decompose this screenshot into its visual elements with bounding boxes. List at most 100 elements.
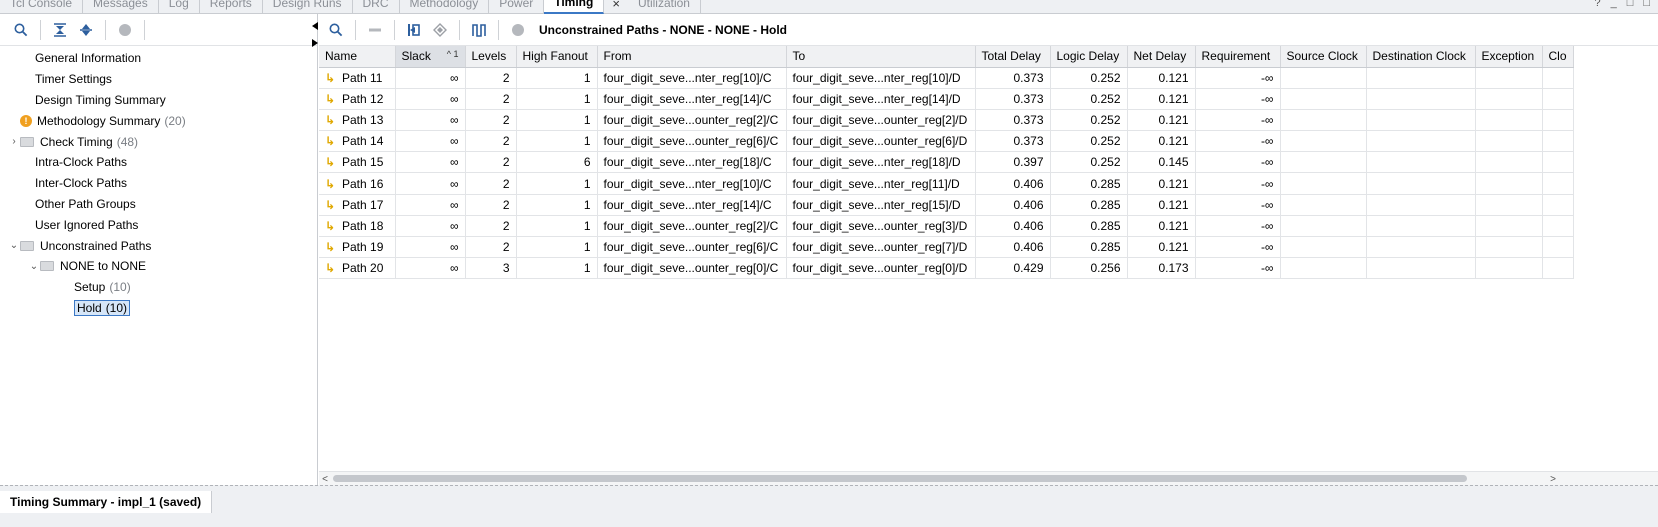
table-cell <box>1475 88 1543 110</box>
tree-item[interactable]: ⌄ Unconstrained Paths <box>0 235 317 256</box>
table-cell: -∞ <box>1195 215 1281 238</box>
table-cell: four_digit_seve...ounter_reg[6]/C <box>597 236 787 259</box>
window-control[interactable]: ? <box>1594 0 1600 9</box>
collapse-all-icon[interactable] <box>47 17 73 43</box>
table-cell: 1 <box>516 194 598 216</box>
tab-messages[interactable]: Messages <box>83 0 159 14</box>
tree-item-text: Unconstrained Paths <box>40 239 151 253</box>
table-row[interactable]: ↳ Path 16 ∞ 2 1 four_digit_seve...nter_reg[10… <box>319 172 1574 195</box>
tab-power[interactable]: Power <box>489 0 545 14</box>
column-header[interactable]: Logic Delay <box>1050 46 1128 68</box>
tree-item[interactable]: Hold (10) <box>0 298 317 319</box>
search-icon[interactable] <box>323 17 349 43</box>
column-header[interactable]: Total Delay <box>975 46 1051 68</box>
tab-methodology[interactable]: Methodology <box>400 0 490 14</box>
window-control[interactable]: □ <box>1643 0 1650 9</box>
table-cell: 0.285 <box>1050 236 1128 259</box>
minus-icon[interactable] <box>362 17 388 43</box>
table-row[interactable]: ↳ Path 18 ∞ 2 1 four_digit_seve...ounter_reg[… <box>319 215 1574 238</box>
scrollbar-thumb[interactable] <box>333 475 1467 482</box>
chevron-down-icon[interactable]: ⌄ <box>8 240 20 251</box>
table-cell: 0.406 <box>975 215 1051 238</box>
column-header[interactable]: Exception <box>1475 46 1543 68</box>
column-header[interactable]: Slack ^ 1 <box>395 46 466 68</box>
path-name: Path 20 <box>342 261 384 276</box>
table-cell <box>1542 236 1574 259</box>
table-cell <box>1280 67 1367 89</box>
table-cell: ↳ Path 13 <box>319 109 396 132</box>
column-header[interactable]: Name <box>319 46 396 68</box>
scroll-left-icon[interactable]: < <box>319 472 331 486</box>
column-header[interactable]: From <box>597 46 787 68</box>
column-header[interactable]: Requirement <box>1195 46 1281 68</box>
table-row[interactable]: ↳ Path 17 ∞ 2 1 four_digit_seve...nter_reg[14… <box>319 194 1574 216</box>
schematic-icon[interactable] <box>401 17 427 43</box>
column-header[interactable]: To <box>786 46 976 68</box>
column-header[interactable]: Net Delay <box>1127 46 1196 68</box>
search-icon[interactable] <box>8 17 34 43</box>
tree-item[interactable]: Design Timing Summary <box>0 90 317 111</box>
tab-design-runs[interactable]: Design Runs <box>263 0 353 14</box>
tree-item[interactable]: › Check Timing (48) <box>0 131 317 152</box>
table-cell <box>1542 151 1574 174</box>
table-cell: 0.121 <box>1127 194 1196 216</box>
table-cell <box>1280 130 1367 153</box>
tree-item[interactable]: ! Methodology Summary (20) <box>0 110 317 131</box>
tab-reports[interactable]: Reports <box>200 0 263 14</box>
highlight-icon[interactable] <box>427 17 453 43</box>
table-cell: ∞ <box>395 194 466 216</box>
status-circle-icon[interactable] <box>505 17 531 43</box>
status-circle-icon[interactable] <box>112 17 138 43</box>
tree-item[interactable]: Setup (10) <box>0 277 317 298</box>
chevron-down-icon[interactable]: ⌄ <box>28 261 40 272</box>
tree-item[interactable]: Inter-Clock Paths <box>0 173 317 194</box>
table-row[interactable]: ↳ Path 19 ∞ 2 1 four_digit_seve...ounter_reg[… <box>319 236 1574 259</box>
tree-item[interactable]: Intra-Clock Paths <box>0 152 317 173</box>
tree-item-label: NONE to NONE <box>60 259 147 274</box>
scroll-right-icon[interactable]: > <box>1547 472 1559 486</box>
table-cell: ∞ <box>395 88 466 110</box>
window-control[interactable]: □ <box>1627 0 1634 9</box>
tab-log[interactable]: Log <box>159 0 200 14</box>
table-row[interactable]: ↳ Path 12 ∞ 2 1 four_digit_seve...nter_reg[14… <box>319 88 1574 110</box>
expand-all-icon[interactable] <box>73 17 99 43</box>
tab-drc[interactable]: DRC <box>353 0 400 14</box>
tree-item-label: User Ignored Paths <box>35 217 139 232</box>
tree-item[interactable]: Other Path Groups <box>0 194 317 215</box>
column-header[interactable]: Destination Clock <box>1366 46 1476 68</box>
tree-item[interactable]: ⌄ NONE to NONE <box>0 256 317 277</box>
chevron-right-icon[interactable]: › <box>8 136 20 147</box>
table-cell <box>1542 67 1574 89</box>
window-control[interactable]: _ <box>1611 0 1617 9</box>
table-cell: four_digit_seve...nter_reg[14]/C <box>597 194 787 216</box>
tab-timing[interactable]: Timing <box>544 0 605 14</box>
table-row[interactable]: ↳ Path 11 ∞ 2 1 four_digit_seve...nter_reg[10… <box>319 67 1574 89</box>
table-cell: 0.121 <box>1127 172 1196 195</box>
table-row[interactable]: ↳ Path 14 ∞ 2 1 four_digit_seve...ounter_reg[… <box>319 130 1574 153</box>
horizontal-scrollbar[interactable]: < > <box>319 471 1658 485</box>
table-row[interactable]: ↳ Path 15 ∞ 2 6 four_digit_seve...nter_reg[18… <box>319 151 1574 174</box>
table-row[interactable]: ↳ Path 20 ∞ 3 1 four_digit_seve...ounter_reg[… <box>319 257 1574 280</box>
table-cell <box>1280 109 1367 132</box>
tree-item-text: Methodology Summary (20) <box>37 114 186 128</box>
tree-item[interactable]: User Ignored Paths <box>0 214 317 235</box>
column-header[interactable]: High Fanout <box>516 46 598 68</box>
table-cell: 0.406 <box>975 172 1051 195</box>
tree-toolbar <box>0 14 317 46</box>
column-header[interactable]: Source Clock <box>1280 46 1367 68</box>
tree-item[interactable]: General Information <box>0 48 317 69</box>
close-icon[interactable]: × <box>604 0 628 14</box>
waveform-icon[interactable] <box>466 17 492 43</box>
tree-item[interactable]: Timer Settings <box>0 69 317 90</box>
path-icon: ↳ <box>325 176 336 191</box>
tab-tcl-console[interactable]: Tcl Console <box>0 0 84 14</box>
tree-item-text: Check Timing (48) <box>40 135 138 149</box>
column-header[interactable]: Clo <box>1542 46 1574 68</box>
table-cell: 1 <box>516 88 598 110</box>
paths-panel: Unconstrained Paths - NONE - NONE - Hold… <box>319 14 1658 485</box>
column-header[interactable]: Levels <box>465 46 517 68</box>
table-row[interactable]: ↳ Path 13 ∞ 2 1 four_digit_seve...ounter_reg[… <box>319 109 1574 132</box>
tab-utilization[interactable]: Utilization <box>628 0 701 14</box>
panel-splitter-arrows[interactable] <box>311 22 319 51</box>
tab-timing-summary[interactable]: Timing Summary - impl_1 (saved) <box>0 491 213 513</box>
